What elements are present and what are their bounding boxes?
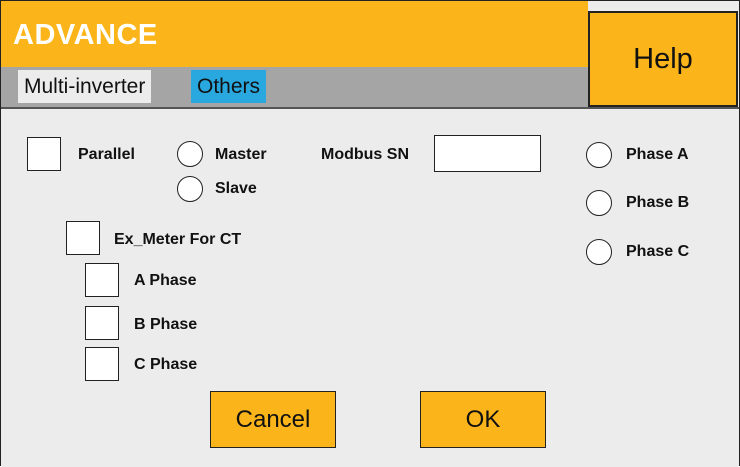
ok-button[interactable]: OK [420, 391, 546, 448]
phase-b-label: Phase B [626, 194, 690, 211]
phase-b-radio[interactable] [586, 190, 612, 216]
ex-meter-label: Ex_Meter For CT [114, 231, 242, 248]
modbus-sn-input[interactable] [434, 135, 541, 172]
help-button[interactable]: Help [588, 11, 738, 107]
title-bar: ADVANCE [1, 1, 588, 67]
phase-c-radio[interactable] [586, 239, 612, 265]
phase-a-radio[interactable] [586, 142, 612, 168]
a-phase-checkbox[interactable] [85, 263, 119, 297]
parallel-label: Parallel [78, 146, 135, 163]
tab-multi-inverter[interactable]: Multi-inverter [18, 70, 152, 103]
phase-a-label: Phase A [626, 146, 689, 163]
a-phase-label: A Phase [134, 272, 197, 289]
dialog-title: ADVANCE [13, 19, 158, 51]
ex-meter-checkbox[interactable] [66, 221, 100, 255]
modbus-sn-label: Modbus SN [321, 146, 409, 163]
tab-others[interactable]: Others [191, 70, 267, 103]
b-phase-label: B Phase [134, 316, 198, 333]
c-phase-checkbox[interactable] [85, 347, 119, 381]
master-radio[interactable] [177, 141, 203, 167]
slave-radio[interactable] [177, 176, 203, 202]
master-label: Master [215, 146, 267, 163]
c-phase-label: C Phase [134, 356, 198, 373]
phase-c-label: Phase C [626, 243, 690, 260]
cancel-button[interactable]: Cancel [210, 391, 336, 448]
parallel-checkbox[interactable] [27, 137, 61, 171]
advance-dialog: ADVANCE Help Multi-inverter Others Paral… [0, 0, 740, 467]
slave-label: Slave [215, 180, 257, 197]
b-phase-checkbox[interactable] [85, 306, 119, 340]
